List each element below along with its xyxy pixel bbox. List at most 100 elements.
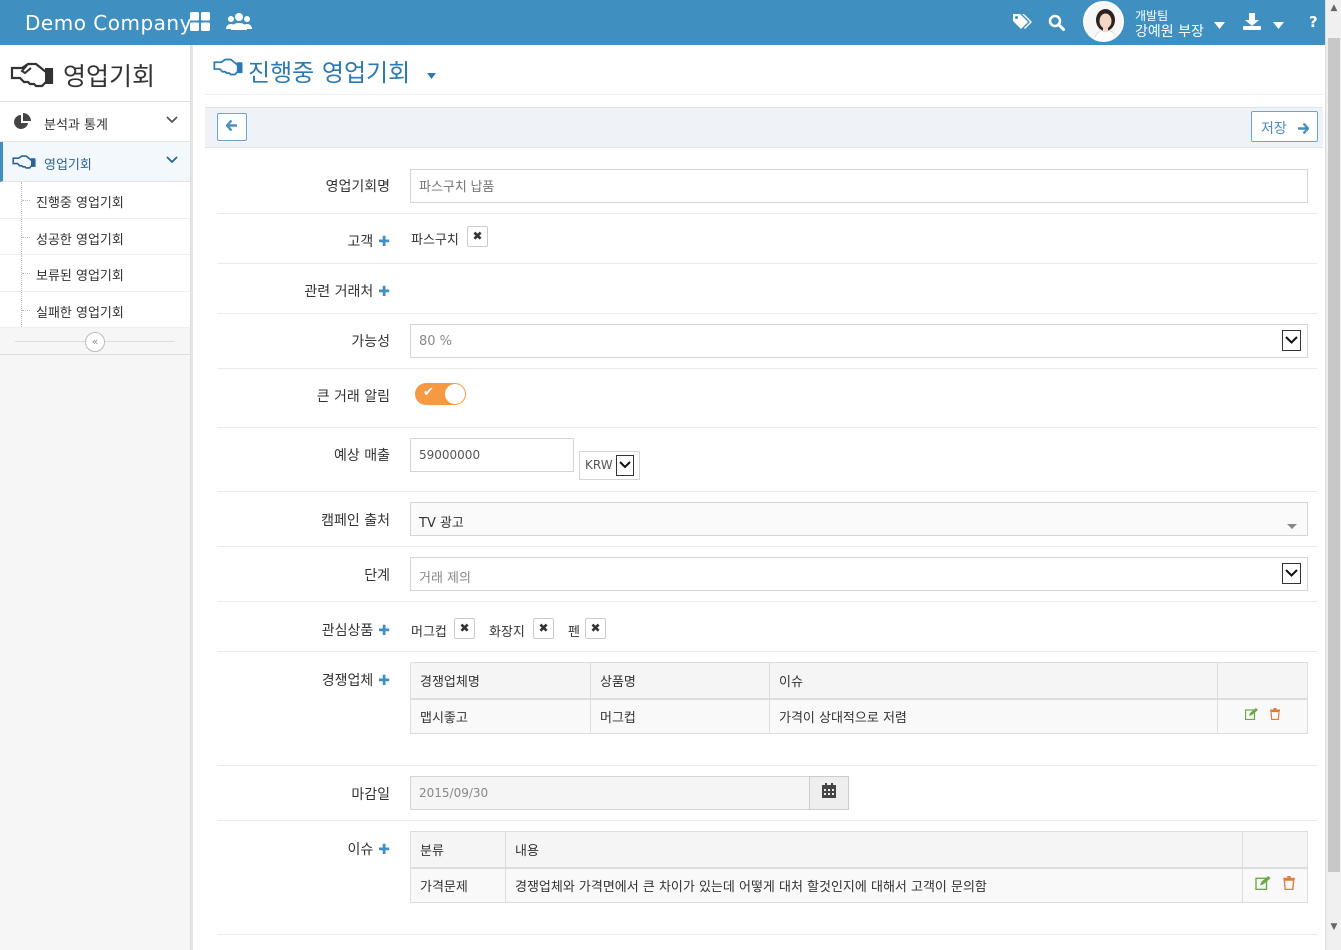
table-cell: 경쟁업체와 가격면에서 큰 차이가 있는데 어떻게 대처 할것인지에 대해서 고… bbox=[505, 867, 1243, 903]
collapse-sidebar-button[interactable]: « bbox=[85, 332, 105, 352]
customer-label: 고객 ✚ bbox=[347, 234, 391, 250]
user-name[interactable]: 강예원 부장 bbox=[1135, 21, 1204, 41]
expected-revenue-input[interactable]: 59000000 bbox=[410, 438, 574, 472]
divider bbox=[205, 94, 1323, 95]
divider bbox=[217, 820, 1317, 821]
sidebar-subitem-on-hold[interactable]: 보류된 영업기회 bbox=[0, 255, 190, 292]
table-header-row: 분류 내용 bbox=[410, 831, 1308, 869]
probability-select[interactable]: 80 % bbox=[410, 324, 1308, 358]
trash-icon[interactable] bbox=[1283, 876, 1295, 894]
caret-down-icon[interactable] bbox=[1214, 18, 1225, 33]
caret-down-icon[interactable] bbox=[1273, 18, 1284, 33]
chevron-down-icon[interactable] bbox=[616, 455, 634, 476]
remove-product-icon[interactable]: ✖ bbox=[533, 618, 554, 639]
chevron-down-icon[interactable] bbox=[1282, 563, 1301, 584]
campaign-source-label: 캠페인 출처 bbox=[321, 513, 390, 529]
form-toolbar: 저장 bbox=[205, 107, 1323, 148]
caret-down-icon[interactable] bbox=[1287, 518, 1297, 533]
opportunity-name-input[interactable] bbox=[410, 169, 1308, 203]
pie-chart-icon bbox=[13, 113, 31, 135]
interested-products-label: 관심상품 ✚ bbox=[321, 623, 390, 639]
help-icon[interactable]: ? bbox=[1309, 13, 1318, 31]
divider bbox=[217, 427, 1317, 428]
back-button[interactable] bbox=[217, 113, 247, 141]
stage-value: 거래 제의 bbox=[419, 571, 471, 586]
deadline-input[interactable]: 2015/09/30 bbox=[410, 776, 810, 810]
product-tag: 머그컵 bbox=[411, 625, 447, 640]
page-title[interactable]: 진행중 영업기회 bbox=[248, 53, 410, 88]
handshake-icon bbox=[213, 58, 243, 80]
issues-label: 이슈 ✚ bbox=[347, 842, 391, 858]
divider bbox=[217, 601, 1317, 602]
trash-icon[interactable] bbox=[1270, 708, 1281, 724]
save-button[interactable]: 저장 bbox=[1251, 111, 1318, 142]
download-icon[interactable] bbox=[1243, 13, 1261, 34]
users-icon[interactable] bbox=[226, 12, 252, 36]
table-actions bbox=[1217, 698, 1308, 734]
tree-line bbox=[21, 182, 30, 218]
sidebar-divider[interactable] bbox=[191, 45, 193, 950]
sidebar-header: 영업기회 bbox=[0, 45, 190, 102]
sidebar-subitem-won[interactable]: 성공한 영업기회 bbox=[0, 218, 190, 255]
product-tag: 화장지 bbox=[489, 625, 525, 640]
deadline-value: 2015/09/30 bbox=[419, 786, 489, 800]
probability-value: 80 % bbox=[419, 334, 453, 349]
check-icon: ✔ bbox=[423, 385, 434, 400]
sidebar-item-analytics[interactable]: 분석과 통계 bbox=[0, 102, 190, 142]
scroll-down-icon[interactable]: ▼ bbox=[1329, 922, 1339, 932]
sidebar-subitem-lost[interactable]: 실패한 영업기회 bbox=[0, 291, 190, 328]
column-header[interactable]: 이슈 bbox=[769, 662, 1218, 700]
chevron-down-icon bbox=[166, 153, 178, 167]
sidebar-item-opportunities[interactable]: 영업기회 bbox=[0, 142, 190, 182]
column-header-actions bbox=[1217, 662, 1308, 700]
sidebar-subitem-label: 실패한 영업기회 bbox=[36, 305, 124, 321]
table-cell: 맵시좋고 bbox=[410, 698, 591, 734]
expected-revenue-value: 59000000 bbox=[419, 448, 481, 462]
remove-product-icon[interactable]: ✖ bbox=[454, 618, 475, 639]
remove-product-icon[interactable]: ✖ bbox=[585, 618, 606, 639]
column-header[interactable]: 상품명 bbox=[590, 662, 770, 700]
competitors-label: 경쟁업체 ✚ bbox=[321, 673, 390, 689]
top-navbar: Demo Company 개발팀 강예원 부장 ? bbox=[0, 0, 1325, 45]
divider bbox=[217, 934, 1317, 935]
campaign-source-select[interactable]: TV 광고 bbox=[410, 502, 1308, 536]
table-header-row: 경쟁업체명 상품명 이슈 bbox=[410, 662, 1308, 700]
divider bbox=[217, 313, 1317, 314]
scroll-up-icon[interactable]: ▲ bbox=[1329, 3, 1339, 13]
add-competitor-icon[interactable]: ✚ bbox=[378, 673, 390, 689]
scrollbar-thumb[interactable] bbox=[1328, 38, 1340, 872]
chevron-down-icon[interactable] bbox=[1282, 330, 1301, 351]
brand-logo[interactable]: Demo Company bbox=[25, 11, 192, 35]
column-header[interactable]: 경쟁업체명 bbox=[410, 662, 591, 700]
big-deal-alert-toggle[interactable]: ✔ bbox=[415, 383, 466, 405]
avatar[interactable] bbox=[1083, 1, 1124, 42]
handshake-icon bbox=[10, 62, 54, 92]
vertical-scrollbar[interactable]: ▲ ▼ bbox=[1325, 0, 1341, 950]
column-header[interactable]: 분류 bbox=[410, 831, 506, 869]
expected-revenue-label: 예상 매출 bbox=[334, 448, 390, 464]
sidebar-item-label: 분석과 통계 bbox=[44, 118, 108, 133]
add-customer-icon[interactable]: ✚ bbox=[378, 234, 390, 250]
campaign-source-value: TV 광고 bbox=[419, 516, 464, 531]
divider bbox=[217, 213, 1317, 214]
grid-icon[interactable] bbox=[190, 12, 211, 36]
chevron-down-icon bbox=[166, 113, 178, 127]
stage-select[interactable]: 거래 제의 bbox=[410, 557, 1308, 591]
tags-icon[interactable] bbox=[1012, 13, 1032, 35]
edit-icon[interactable] bbox=[1244, 708, 1262, 724]
search-icon[interactable] bbox=[1048, 14, 1065, 35]
column-header[interactable]: 내용 bbox=[505, 831, 1243, 869]
edit-icon[interactable] bbox=[1255, 876, 1275, 894]
add-issue-icon[interactable]: ✚ bbox=[378, 842, 390, 858]
remove-customer-icon[interactable]: ✖ bbox=[467, 226, 488, 247]
table-row: 맵시좋고 머그컵 가격이 상대적으로 저렴 bbox=[410, 698, 1308, 734]
sidebar-subitem-in-progress[interactable]: 진행중 영업기회 bbox=[0, 182, 190, 219]
product-tag: 펜 bbox=[568, 625, 580, 640]
add-product-icon[interactable]: ✚ bbox=[378, 623, 390, 639]
caret-down-icon[interactable] bbox=[427, 68, 436, 83]
add-partner-icon[interactable]: ✚ bbox=[378, 284, 390, 300]
calendar-button[interactable] bbox=[809, 776, 849, 810]
toggle-knob bbox=[445, 384, 465, 404]
sidebar-collapse: « bbox=[0, 328, 190, 355]
customer-tag: 파스구치 bbox=[411, 233, 459, 248]
